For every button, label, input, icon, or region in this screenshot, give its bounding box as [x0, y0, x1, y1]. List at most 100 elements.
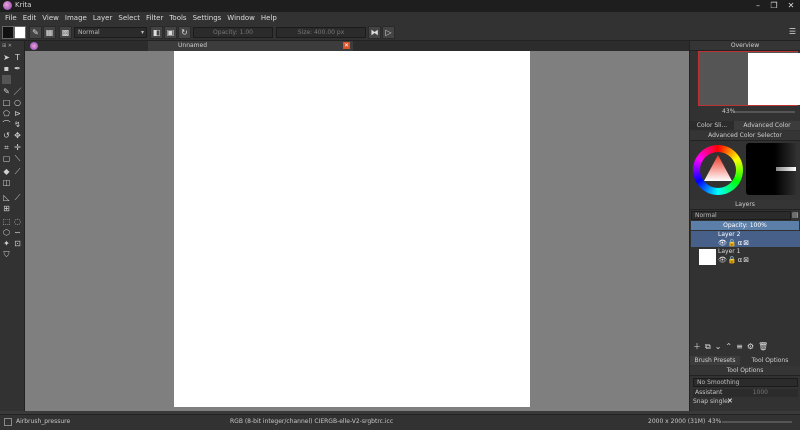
- freehand-brush-icon[interactable]: ✎: [2, 87, 11, 96]
- rectangle-tool-icon[interactable]: □: [2, 98, 11, 107]
- add-layer-icon[interactable]: ＋: [693, 341, 701, 353]
- menu-layer[interactable]: Layer: [90, 12, 116, 24]
- smoothing-select[interactable]: No Smoothing: [693, 378, 798, 387]
- layer-visibility-icon[interactable]: 👁🔒α⊠: [718, 239, 750, 247]
- polygon-select-icon[interactable]: ⬡: [2, 228, 11, 237]
- menu-edit[interactable]: Edit: [20, 12, 40, 24]
- bezier-select-icon[interactable]: ⛉: [2, 250, 11, 259]
- close-window-button[interactable]: ✕: [785, 1, 797, 11]
- menu-image[interactable]: Image: [62, 12, 90, 24]
- grid-tool-icon[interactable]: ⊞: [2, 204, 11, 213]
- rect-select-icon[interactable]: ⬚: [2, 217, 11, 226]
- toolbar-menu-icon[interactable]: ☰: [786, 26, 799, 39]
- krita-logo-icon: [3, 1, 12, 10]
- layers-title: Layers: [735, 201, 755, 208]
- layer-thumbnail: [699, 249, 716, 265]
- pattern-icon[interactable]: ▩: [59, 26, 72, 39]
- color-picker-icon[interactable]: ⟋: [13, 167, 22, 176]
- ellipse-tool-icon[interactable]: ○: [13, 98, 22, 107]
- text-tool-icon[interactable]: T: [13, 53, 22, 62]
- saturation-triangle[interactable]: [702, 153, 734, 185]
- overview-thumbnail[interactable]: [698, 51, 800, 106]
- edit-shapes-icon[interactable]: ▪: [2, 64, 11, 73]
- close-tab-icon[interactable]: ✕: [343, 42, 350, 49]
- crop-tool-icon[interactable]: ⌗: [2, 143, 11, 152]
- select-shapes-icon[interactable]: ➤: [2, 53, 11, 62]
- assistant-tool-icon[interactable]: ◺: [2, 193, 11, 202]
- mirror-horizontal-icon[interactable]: ⧓: [368, 26, 381, 39]
- mirror-vertical-icon[interactable]: ▷: [382, 26, 395, 39]
- freehand-select-icon[interactable]: ∽: [13, 228, 22, 237]
- ellipse-select-icon[interactable]: ◌: [13, 217, 22, 226]
- measure-tool-icon[interactable]: ⟍: [13, 154, 22, 163]
- magic-wand-icon[interactable]: ✦: [2, 239, 11, 248]
- menu-filter[interactable]: Filter: [143, 12, 166, 24]
- tab-tool-options[interactable]: Tool Options: [740, 356, 800, 365]
- status-color-space[interactable]: RGB (8-bit integer/channel) CIERGB-elle-…: [230, 415, 393, 429]
- gradient-tool-icon[interactable]: ◫: [2, 178, 11, 187]
- fill-tool-icon[interactable]: ◆: [2, 167, 11, 176]
- settings-icon[interactable]: ⚙: [747, 341, 754, 353]
- tab-color-sliders[interactable]: Color Sli...: [690, 121, 734, 130]
- layer-row-layer-2[interactable]: Layer 2 👁🔒α⊠: [691, 231, 800, 247]
- similar-select-icon[interactable]: ⊡: [13, 239, 22, 248]
- shade-gradient-strip: [776, 167, 796, 171]
- dynamic-brush-icon[interactable]: ↺: [2, 131, 11, 140]
- reference-tool-icon[interactable]: ⟋: [13, 193, 22, 202]
- tab-brush-presets[interactable]: Brush Presets: [690, 356, 740, 365]
- status-bar: Airbrush_pressure RGB (8-bit integer/cha…: [0, 414, 800, 430]
- gradient-icon[interactable]: ▦: [43, 26, 56, 39]
- menu-view[interactable]: View: [39, 12, 62, 24]
- polyline-tool-icon[interactable]: ⊳: [13, 109, 22, 118]
- layer-blend-mode-select[interactable]: Normal: [691, 211, 791, 220]
- opacity-slider[interactable]: Opacity: 1.00: [193, 27, 273, 38]
- overview-zoom: 43%: [722, 108, 736, 115]
- move-tool-icon[interactable]: ✛: [13, 143, 22, 152]
- layer-row-layer-1[interactable]: Layer 1 👁🔒α⊠: [691, 248, 800, 266]
- blend-mode-value: Normal: [78, 29, 100, 36]
- blend-mode-select[interactable]: Normal ▾: [74, 27, 147, 38]
- overview-zoom-slider[interactable]: [735, 111, 795, 113]
- reload-preset-icon[interactable]: ↻: [178, 26, 191, 39]
- transform-tool-icon[interactable]: ▢: [2, 154, 11, 163]
- hue-ring[interactable]: [693, 145, 743, 195]
- layer-filter-icon[interactable]: ▤: [792, 211, 800, 220]
- freehand-path-icon[interactable]: ↯: [13, 120, 22, 129]
- preserve-alpha-icon[interactable]: ▣: [164, 26, 177, 39]
- brush-preset-icon[interactable]: ✎: [29, 26, 42, 39]
- zoom-slider[interactable]: [722, 421, 792, 423]
- maximize-button[interactable]: ❐: [768, 1, 780, 11]
- snap-single-checkbox[interactable]: ✕: [727, 397, 733, 405]
- move-up-icon[interactable]: ⌃: [725, 341, 732, 353]
- menu-select[interactable]: Select: [115, 12, 143, 24]
- menu-tools[interactable]: Tools: [166, 12, 189, 24]
- tab-advanced-color-selector[interactable]: Advanced Color Sele...: [734, 121, 800, 138]
- assistant-slider[interactable]: Assistant 1000: [693, 389, 798, 397]
- menu-help[interactable]: Help: [258, 12, 280, 24]
- foreground-color-swatch[interactable]: [2, 26, 14, 39]
- canvas-page[interactable]: [174, 51, 530, 407]
- properties-icon[interactable]: ≡: [736, 341, 743, 353]
- multibrush-icon[interactable]: ✥: [13, 131, 22, 140]
- menu-settings[interactable]: Settings: [190, 12, 225, 24]
- size-slider[interactable]: Size: 400.00 px: [276, 27, 366, 38]
- color-shade-square[interactable]: [746, 143, 798, 195]
- polygon-tool-icon[interactable]: ⬠: [2, 109, 11, 118]
- layer-visibility-icon[interactable]: 👁🔒α⊠: [718, 256, 750, 264]
- assistant-label: Assistant: [695, 389, 723, 396]
- delete-layer-icon[interactable]: 🗑: [758, 341, 768, 353]
- document-tab[interactable]: Unnamed ✕: [148, 41, 353, 51]
- background-color-swatch[interactable]: [14, 26, 26, 39]
- calligraphy-icon[interactable]: ✒: [13, 64, 22, 73]
- menu-file[interactable]: File: [2, 12, 20, 24]
- eraser-mode-icon[interactable]: ◧: [150, 26, 163, 39]
- menu-window[interactable]: Window: [224, 12, 258, 24]
- layer-opacity-slider[interactable]: Opacity: 100%: [691, 221, 799, 230]
- brush-preview-icon: [4, 418, 12, 426]
- bezier-tool-icon[interactable]: ⌒: [2, 120, 11, 129]
- line-tool-icon[interactable]: ／: [13, 87, 22, 96]
- duplicate-layer-icon[interactable]: ⧉: [705, 341, 711, 353]
- separator-icon: [2, 75, 11, 84]
- minimize-button[interactable]: –: [752, 1, 764, 11]
- move-down-icon[interactable]: ⌄: [715, 341, 722, 353]
